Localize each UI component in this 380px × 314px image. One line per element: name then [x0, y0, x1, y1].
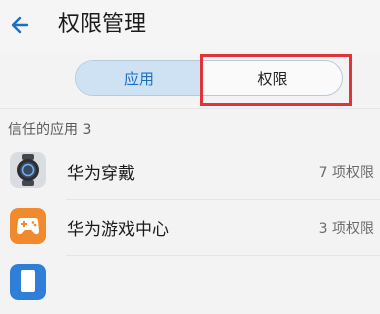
- back-arrow-icon[interactable]: [6, 10, 36, 40]
- permission-count: 7 项权限: [318, 165, 374, 181]
- section-header-trusted-apps: 信任的应用 3: [8, 122, 92, 138]
- tab-apps[interactable]: 应用: [76, 61, 202, 95]
- gamepad-icon: [10, 208, 46, 244]
- permission-count: 3 项权限: [318, 221, 374, 237]
- list-item-partial[interactable]: [0, 254, 380, 314]
- highlight-annotation-box: [200, 54, 352, 106]
- top-app-bar: 权限管理: [0, 0, 380, 52]
- header-divider: [0, 108, 380, 109]
- app-name: 华为穿戴: [67, 164, 135, 184]
- list-item-huawei-wear[interactable]: 华为穿戴 7 项权限: [0, 142, 380, 202]
- page-title: 权限管理: [58, 12, 147, 37]
- list-item-huawei-game-center[interactable]: 华为游戏中心 3 项权限: [0, 198, 380, 258]
- watch-icon: [10, 152, 46, 188]
- app-icon: [10, 264, 46, 300]
- app-name: 华为游戏中心: [67, 220, 169, 240]
